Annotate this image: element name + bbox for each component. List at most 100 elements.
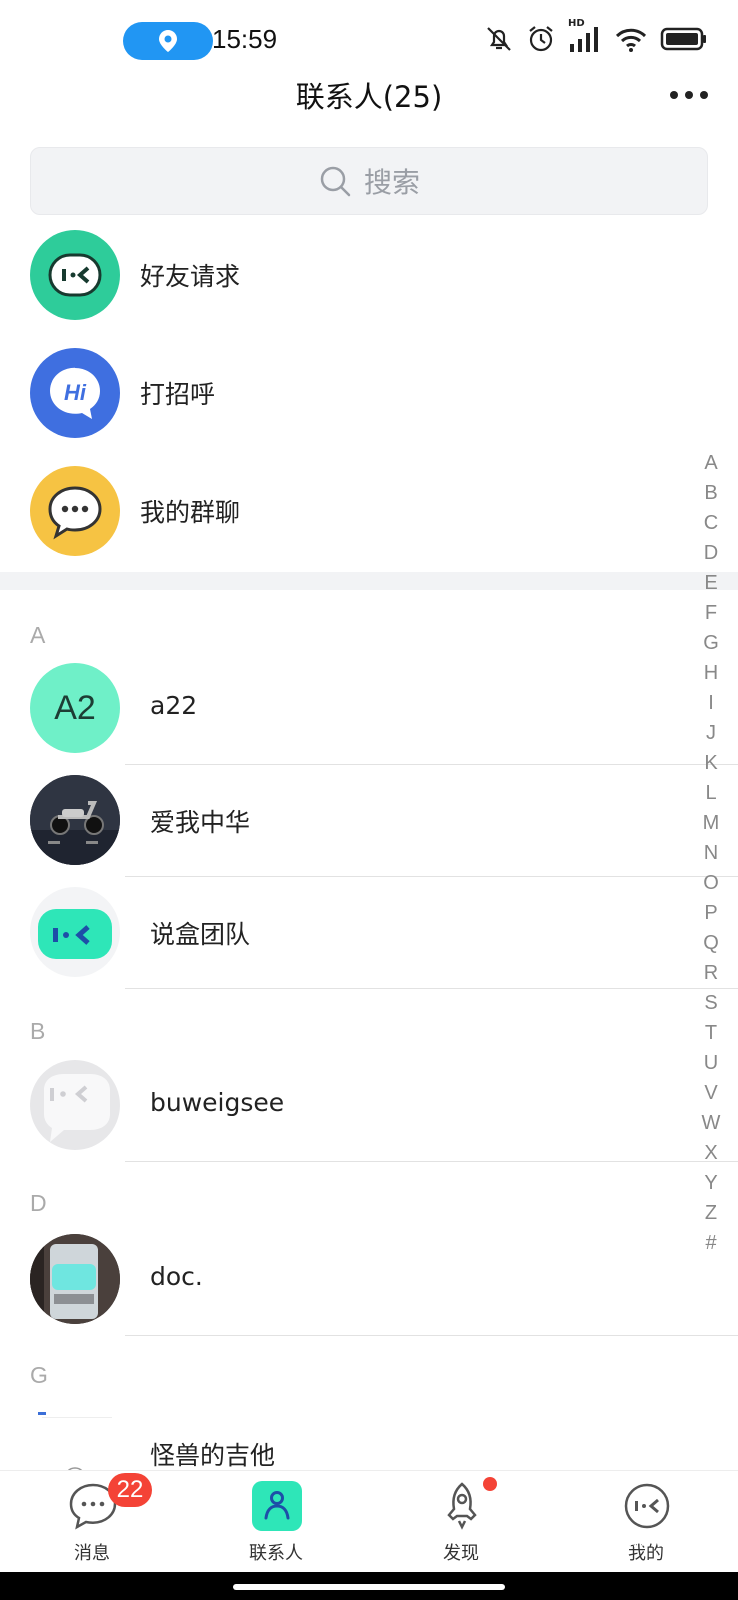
tab-me[interactable]: 我的: [586, 1481, 706, 1573]
status-icons: HD: [484, 18, 708, 58]
home-indicator[interactable]: [233, 1584, 505, 1590]
status-time: 15:59: [212, 24, 278, 54]
hi-bubble-icon: Hi: [30, 348, 120, 438]
contact-row[interactable]: buweigsee: [0, 1050, 738, 1162]
index-letter[interactable]: H: [704, 658, 718, 688]
index-letter[interactable]: U: [704, 1048, 718, 1078]
location-indicator: [123, 22, 213, 60]
index-letter[interactable]: K: [704, 748, 717, 778]
say-hi-item[interactable]: Hi 打招呼: [0, 348, 700, 448]
avatar-initials: A2: [54, 688, 96, 727]
index-letter[interactable]: V: [704, 1078, 717, 1108]
tab-discover[interactable]: 发现: [401, 1477, 521, 1573]
index-letter[interactable]: S: [704, 988, 717, 1018]
home-indicator-bar: [0, 1572, 738, 1600]
index-letter[interactable]: A: [704, 448, 717, 478]
wifi-icon: [614, 24, 648, 58]
index-letter[interactable]: W: [702, 1108, 721, 1138]
bottom-tab-bar: 22 消息 联系人 发现 我的: [0, 1470, 738, 1573]
index-letter[interactable]: I: [708, 688, 714, 718]
index-letter[interactable]: E: [704, 568, 717, 598]
battery-icon: [660, 26, 708, 56]
contact-row[interactable]: doc.: [0, 1224, 738, 1336]
svg-text:Hi: Hi: [64, 380, 87, 405]
section-letter-b: B: [30, 1018, 46, 1044]
tab-label: 联系人: [249, 1543, 303, 1564]
index-letter[interactable]: F: [705, 598, 717, 628]
search-placeholder: 搜索: [363, 166, 420, 199]
section-letter-a: A: [30, 622, 46, 648]
chat-bubble-icon: [30, 466, 120, 556]
unread-badge: 22: [108, 1473, 152, 1507]
index-letter[interactable]: X: [704, 1138, 717, 1168]
contact-name: buweigsee: [150, 1088, 285, 1117]
index-letter[interactable]: B: [704, 478, 717, 508]
default-avatar-icon: [44, 1074, 110, 1142]
index-letter[interactable]: R: [704, 958, 718, 988]
index-letter[interactable]: Y: [704, 1168, 717, 1198]
contact-row[interactable]: 爱我中华: [0, 765, 738, 877]
watermark: 飞翔下载 WWW.FXXZ.COM: [574, 1536, 728, 1550]
scooter-photo-icon: [30, 775, 120, 865]
friend-requests-label: 好友请求: [140, 262, 241, 291]
contacts-person-icon: [252, 1481, 302, 1531]
avatar: [30, 887, 120, 977]
tab-label: 发现: [443, 1543, 479, 1564]
contact-name: 说盒团队: [150, 920, 251, 949]
row-divider: [125, 1335, 738, 1336]
app-logo-icon: [38, 909, 112, 959]
section-divider: [0, 572, 738, 590]
more-dot: [670, 91, 678, 99]
my-group-chats-item[interactable]: 我的群聊: [0, 466, 700, 566]
avatar: [30, 1234, 120, 1324]
contact-name: 怪兽的吉他: [150, 1441, 276, 1470]
index-letter[interactable]: G: [703, 628, 719, 658]
index-letter[interactable]: D: [704, 538, 718, 568]
avatar: A2: [30, 663, 120, 753]
index-letter[interactable]: P: [704, 898, 717, 928]
index-letter[interactable]: N: [704, 838, 718, 868]
more-dot: [685, 91, 693, 99]
index-letter[interactable]: C: [704, 508, 718, 538]
friend-request-icon: [30, 230, 120, 320]
tab-contacts[interactable]: 联系人: [216, 1481, 336, 1573]
friend-requests-item[interactable]: 好友请求: [0, 230, 700, 330]
network-type-label: HD: [568, 18, 585, 29]
alarm-icon: [526, 24, 556, 58]
more-options-button[interactable]: [670, 88, 708, 102]
status-bar: 15:59 HD: [0, 0, 738, 80]
index-letter[interactable]: M: [703, 808, 720, 838]
say-hi-label: 打招呼: [140, 380, 216, 409]
contact-name: doc.: [150, 1262, 203, 1291]
section-letter-d: D: [30, 1190, 47, 1216]
more-dot: [700, 91, 708, 99]
index-letter[interactable]: Z: [705, 1198, 717, 1228]
location-pin-icon: [159, 30, 177, 52]
alphabet-index[interactable]: A B C D E F G H I J K L M N O P Q R S T …: [696, 448, 726, 1258]
signal-icon: HD: [568, 18, 602, 58]
index-letter[interactable]: T: [705, 1018, 717, 1048]
contact-row[interactable]: A2 a22: [0, 653, 738, 765]
contact-row[interactable]: 说盒团队: [0, 877, 738, 989]
index-letter[interactable]: O: [703, 868, 719, 898]
my-group-chats-label: 我的群聊: [140, 498, 241, 527]
new-dot-indicator: [483, 1477, 497, 1491]
index-letter[interactable]: Q: [703, 928, 719, 958]
row-divider: [125, 1161, 738, 1162]
avatar: [30, 1060, 120, 1150]
search-icon: [320, 166, 351, 197]
row-divider: [125, 988, 738, 989]
avatar: [30, 775, 120, 865]
page-title: 联系人(25): [295, 80, 443, 114]
tab-messages[interactable]: 22 消息: [32, 1473, 152, 1573]
index-letter[interactable]: L: [705, 778, 716, 808]
profile-logo-icon: [622, 1481, 672, 1531]
tab-label: 消息: [74, 1543, 110, 1564]
search-input[interactable]: 搜索: [30, 147, 708, 215]
index-letter[interactable]: J: [706, 718, 716, 748]
mute-icon: [484, 24, 514, 58]
rocket-icon: [437, 1481, 487, 1531]
section-letter-g: G: [30, 1362, 48, 1388]
contact-name: 爱我中华: [150, 808, 251, 837]
index-letter[interactable]: #: [705, 1228, 716, 1258]
